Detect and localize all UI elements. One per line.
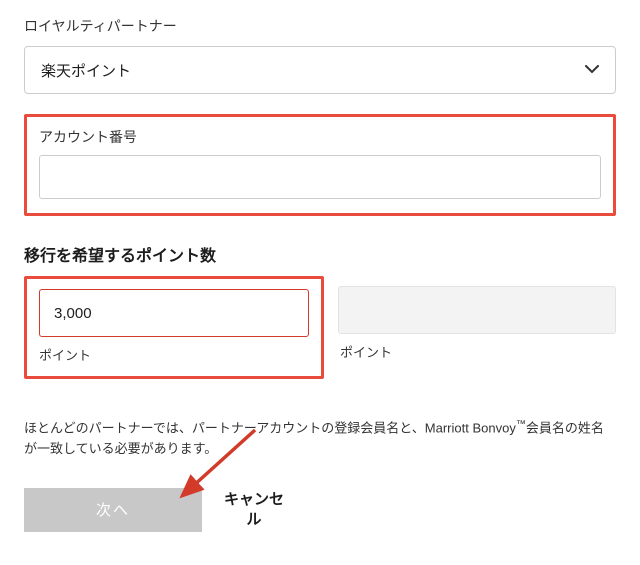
points-source-highlight: ポイント bbox=[24, 276, 324, 379]
loyalty-partner-field: ロイヤルティパートナー 楽天ポイント bbox=[24, 16, 616, 94]
next-button[interactable]: 次へ bbox=[24, 488, 202, 532]
account-number-highlight: アカウント番号 bbox=[24, 114, 616, 216]
points-source-unit: ポイント bbox=[39, 345, 309, 364]
chevron-down-icon bbox=[585, 63, 599, 77]
loyalty-partner-selected-value: 楽天ポイント bbox=[41, 60, 131, 81]
cancel-button[interactable]: キャンセル bbox=[224, 490, 284, 529]
points-transfer-heading: 移行を希望するポイント数 bbox=[24, 242, 616, 266]
disclaimer-text: ほとんどのパートナーでは、パートナーアカウントの登録会員名と、Marriott … bbox=[24, 417, 616, 460]
points-transfer-row: ポイント ポイント bbox=[24, 276, 616, 379]
points-source-input[interactable] bbox=[39, 289, 309, 337]
button-row: 次へ キャンセル bbox=[24, 488, 616, 532]
account-number-label: アカウント番号 bbox=[39, 127, 601, 147]
loyalty-partner-select[interactable]: 楽天ポイント bbox=[24, 46, 616, 94]
account-number-input[interactable] bbox=[39, 155, 601, 199]
loyalty-partner-label: ロイヤルティパートナー bbox=[24, 16, 616, 36]
points-target-input bbox=[338, 286, 616, 334]
points-target-unit: ポイント bbox=[338, 342, 616, 361]
